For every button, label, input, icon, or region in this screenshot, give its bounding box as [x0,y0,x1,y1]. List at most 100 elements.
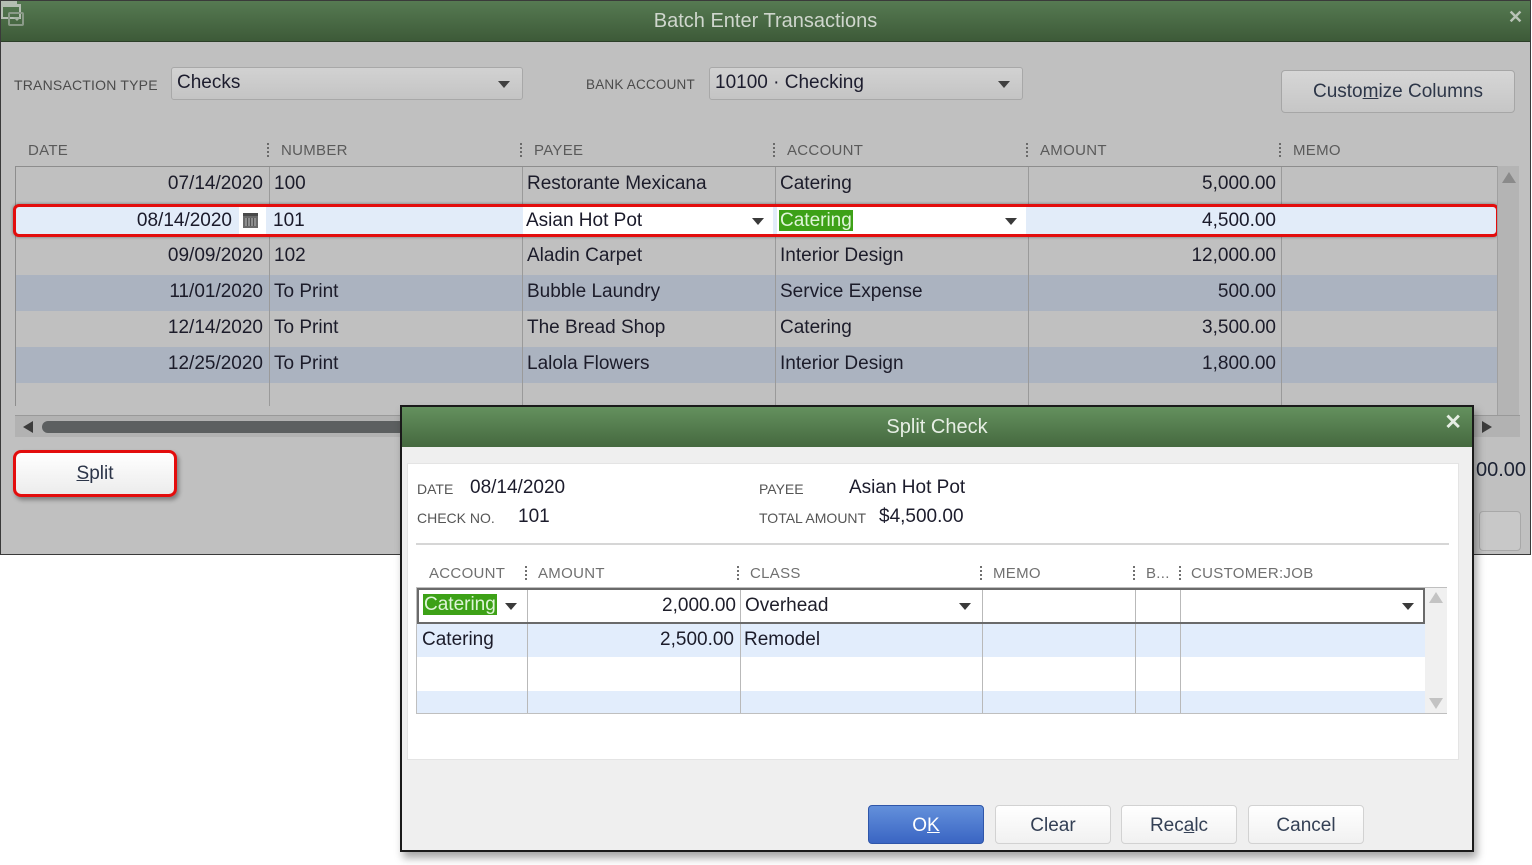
column-header-billable[interactable]: B... [1146,565,1170,582]
column-resize-handle[interactable] [1133,566,1135,580]
column-resize-handle[interactable] [1179,566,1181,580]
scroll-down-icon[interactable] [1429,698,1443,709]
button-label-part: O [912,815,928,836]
selected-text: Catering [779,210,853,231]
account-cell: Interior Design [780,353,904,374]
check-no-value: 101 [518,506,550,527]
column-header-amount[interactable]: AMOUNT [538,565,605,582]
scroll-up-icon[interactable] [1429,592,1443,603]
column-resize-handle[interactable] [1279,143,1281,157]
partial-button[interactable] [1479,511,1521,551]
ok-button[interactable]: OK [868,805,984,844]
scroll-left-icon[interactable] [23,421,33,433]
scrollbar-thumb[interactable] [42,421,412,433]
transaction-type-label: TRANSACTION TYPE [14,77,158,93]
column-header-number[interactable]: NUMBER [281,142,348,159]
date-cell: 09/09/2020 [167,245,263,266]
column-resize-handle[interactable] [1026,143,1028,157]
account-cell: Catering [780,317,852,338]
column-divider [269,167,270,406]
customize-columns-button[interactable]: Customize Columns [1281,70,1515,113]
scroll-up-icon[interactable] [1502,172,1516,183]
column-header-customer-job[interactable]: CUSTOMER:JOB [1191,565,1314,582]
button-label-accel: K [927,815,940,836]
selected-text: Catering [423,594,497,615]
amount-cell[interactable]: 2,000.00 [530,595,736,617]
column-resize-handle[interactable] [525,566,527,580]
split-grid-header: ACCOUNT AMOUNT CLASS MEMO B... CUSTOMER:… [416,565,1447,585]
payee-label: PAYEE [759,481,804,497]
chevron-down-icon[interactable] [505,603,517,610]
payee-value: Asian Hot Pot [849,477,966,498]
bank-account-select[interactable]: 10100 · Checking [709,67,1023,100]
chevron-down-icon[interactable] [752,218,764,225]
column-divider [740,590,741,622]
column-header-payee[interactable]: PAYEE [534,142,583,159]
amount-cell: 500.00 [1217,281,1276,302]
button-label-part: plit [89,463,114,484]
column-header-class[interactable]: CLASS [750,565,801,582]
table-row[interactable]: 12/14/2020 To Print The Bread Shop Cater… [16,311,1498,347]
recalc-button[interactable]: Recalc [1121,805,1237,844]
calendar-icon[interactable] [243,213,258,228]
button-label-part: Rec [1149,815,1184,836]
column-header-amount[interactable]: AMOUNT [1040,142,1107,159]
amount-cell: 1,800.00 [1202,353,1276,374]
active-table-row[interactable]: Catering 2,000.00 Overhead [417,588,1425,624]
column-divider [522,167,523,406]
vertical-scrollbar[interactable] [1497,166,1519,416]
account-cell[interactable]: Catering [423,594,497,616]
chevron-down-icon[interactable] [1005,218,1017,225]
window-title: Batch Enter Transactions [653,10,878,32]
column-header-account[interactable]: ACCOUNT [429,565,505,582]
payee-cell[interactable]: Asian Hot Pot [526,210,642,232]
column-resize-handle[interactable] [980,566,982,580]
close-icon[interactable]: ✕ [1508,7,1523,28]
column-divider [527,590,528,622]
chevron-down-icon [498,81,510,88]
scroll-right-icon[interactable] [1482,421,1492,433]
column-resize-handle[interactable] [520,143,522,157]
number-cell[interactable]: 101 [273,210,305,232]
column-header-date[interactable]: DATE [28,142,68,159]
table-row[interactable]: 12/25/2020 To Print Lalola Flowers Inter… [16,347,1498,383]
table-row-empty[interactable] [417,657,1425,691]
chevron-down-icon[interactable] [1402,603,1414,610]
vertical-scrollbar[interactable] [1425,588,1447,713]
date-cell: 11/01/2020 [169,281,263,302]
column-header-memo[interactable]: MEMO [1293,142,1341,159]
cancel-button[interactable]: Cancel [1248,805,1364,844]
table-row-empty[interactable] [417,691,1425,713]
table-row[interactable]: 07/14/2020 100 Restorante Mexicana Cater… [16,167,1498,203]
button-label-part: lc [1194,815,1209,836]
class-cell[interactable]: Overhead [745,595,828,617]
column-divider [775,167,776,406]
table-row[interactable]: 09/09/2020 102 Aladin Carpet Interior De… [16,239,1498,275]
button-label-part: ize Columns [1378,81,1483,102]
date-cell[interactable]: 08/14/2020 [16,210,232,232]
column-resize-handle[interactable] [773,143,775,157]
column-header-memo[interactable]: MEMO [993,565,1041,582]
table-row[interactable]: 11/01/2020 To Print Bubble Laundry Servi… [16,275,1498,311]
split-button[interactable]: Split [13,450,177,497]
account-cell[interactable]: Catering [779,210,853,232]
clear-button[interactable]: Clear [995,805,1111,844]
close-icon[interactable]: ✕ [1444,410,1462,435]
payee-cell: The Bread Shop [527,317,666,338]
column-resize-handle[interactable] [737,566,739,580]
amount-cell[interactable]: 4,500.00 [1028,210,1276,232]
amount-cell: 5,000.00 [1202,173,1276,194]
button-label-accel: a [1183,815,1195,836]
column-resize-handle[interactable] [267,143,269,157]
title-bar: Batch Enter Transactions ✕ [1,1,1530,42]
amount-cell: 3,500.00 [1202,317,1276,338]
transaction-type-value: Checks [177,72,241,93]
transaction-type-select[interactable]: Checks [171,67,523,100]
column-header-account[interactable]: ACCOUNT [787,142,863,159]
column-divider [1281,167,1282,406]
selected-table-row[interactable]: 08/14/2020 101 Asian Hot Pot Catering 4,… [13,204,1499,237]
table-row[interactable]: Catering 2,500.00 Remodel [417,623,1425,657]
account-cell: Catering [780,173,852,194]
class-cell: Remodel [744,629,821,650]
chevron-down-icon[interactable] [959,603,971,610]
